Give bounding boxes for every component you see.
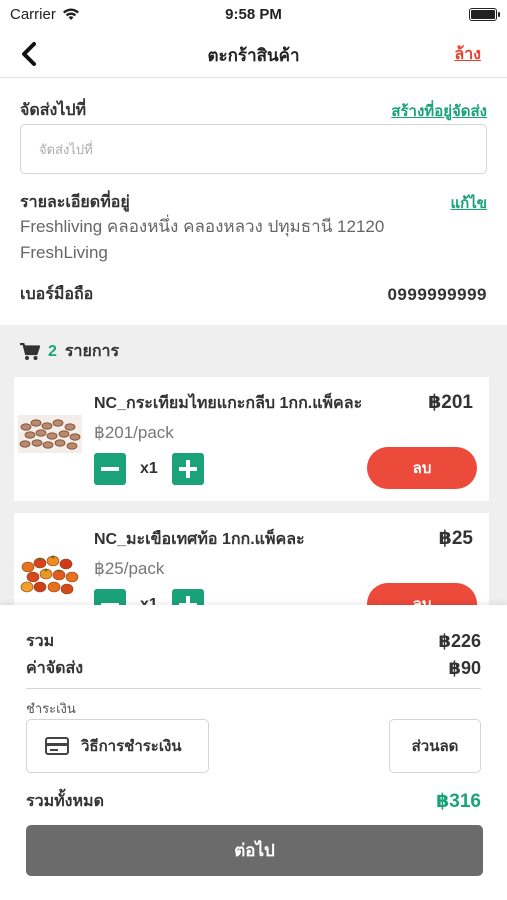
nav-bar: ตะกร้าสินค้า ล้าง bbox=[0, 30, 507, 78]
total-row: รวมทั้งหมด ฿316 bbox=[26, 789, 481, 814]
address-line-2: FreshLiving bbox=[20, 243, 108, 262]
shipping-fee-label: ค่าจัดส่ง bbox=[26, 660, 84, 677]
item-name: NC_มะเขือเทศท้อ 1กก.แพ็คละ bbox=[94, 531, 305, 548]
cart-item: NC_มะเขือเทศท้อ 1กก.แพ็คละ ฿25 ฿25/pack … bbox=[14, 513, 489, 605]
address-detail-label: รายละเอียดที่อยู่ bbox=[20, 194, 130, 211]
item-unit-price: ฿201/pack bbox=[94, 423, 174, 442]
clear-cart-button[interactable]: ล้าง bbox=[454, 42, 481, 67]
next-button[interactable]: ต่อไป bbox=[26, 825, 483, 876]
cart-icon bbox=[20, 342, 40, 360]
subtotal-row: รวม ฿226 bbox=[26, 629, 481, 654]
cart-count-header: 2 รายการ bbox=[20, 339, 119, 364]
item-price: ฿201 bbox=[428, 392, 473, 413]
address-detail-row: รายละเอียดที่อยู่ แก้ไข bbox=[20, 190, 487, 215]
create-address-link[interactable]: สร้างที่อยู่จัดส่ง bbox=[391, 99, 487, 123]
total-label: รวมทั้งหมด bbox=[26, 793, 104, 810]
address-line-1: Freshliving คลองหนึ่ง คลองหลวง ปทุมธานี … bbox=[20, 217, 385, 236]
quantity-value: x1 bbox=[140, 460, 158, 477]
phone-value: 0999999999 bbox=[387, 284, 487, 304]
battery-icon bbox=[469, 8, 500, 21]
delete-item-button[interactable]: ลบ bbox=[367, 583, 477, 605]
shipping-fee-row: ค่าจัดส่ง ฿90 bbox=[26, 656, 481, 681]
cart-items-area: 2 รายการ NC_กระเทียมไทยแกะกลีบ 1กก.แพ็คล… bbox=[0, 325, 507, 605]
quantity-stepper: x1 bbox=[94, 589, 204, 605]
summary-divider bbox=[26, 688, 481, 689]
phone-row: เบอร์มือถือ 0999999999 bbox=[20, 282, 487, 307]
payment-label: ชำระเงิน bbox=[26, 701, 76, 716]
payment-method-label: วิธีการชำระเงิน bbox=[81, 738, 182, 755]
shipping-section: จัดส่งไปที่ สร้างที่อยู่จัดส่ง จัดส่งไปท… bbox=[0, 80, 507, 325]
quantity-value: x1 bbox=[140, 596, 158, 605]
credit-card-icon bbox=[45, 737, 69, 755]
ship-to-row: จัดส่งไปที่ สร้างที่อยู่จัดส่ง bbox=[20, 98, 487, 123]
edit-address-link[interactable]: แก้ไข bbox=[450, 191, 487, 215]
decrease-quantity-button[interactable] bbox=[94, 453, 126, 485]
subtotal-value: ฿226 bbox=[438, 631, 481, 651]
garlic-product-image bbox=[18, 415, 82, 453]
phone-label: เบอร์มือถือ bbox=[20, 286, 94, 303]
page-title: ตะกร้าสินค้า bbox=[207, 46, 300, 65]
shipping-fee-value: ฿90 bbox=[448, 658, 481, 678]
item-price: ฿25 bbox=[438, 528, 473, 549]
cart-count-label: รายการ bbox=[64, 343, 120, 360]
cart-count: 2 bbox=[48, 342, 57, 360]
total-value: ฿316 bbox=[436, 791, 481, 812]
minus-icon bbox=[101, 467, 119, 471]
address-text: Freshliving คลองหนึ่ง คลองหลวง ปทุมธานี … bbox=[20, 214, 487, 266]
ship-to-label: จัดส่งไปที่ bbox=[20, 102, 87, 119]
decrease-quantity-button[interactable] bbox=[94, 589, 126, 605]
payment-method-button[interactable]: วิธีการชำระเงิน bbox=[26, 719, 209, 773]
status-bar: Carrier 9:58 PM bbox=[0, 0, 507, 30]
item-unit-price: ฿25/pack bbox=[94, 559, 165, 578]
subtotal-label: รวม bbox=[26, 633, 55, 650]
tomato-product-image bbox=[20, 555, 79, 595]
discount-button[interactable]: ส่วนลด bbox=[389, 719, 481, 773]
increase-quantity-button[interactable] bbox=[171, 589, 204, 605]
ship-to-input[interactable]: จัดส่งไปที่ bbox=[20, 124, 487, 174]
item-name: NC_กระเทียมไทยแกะกลีบ 1กก.แพ็คละ bbox=[94, 395, 363, 412]
status-time: 9:58 PM bbox=[225, 6, 282, 23]
cart-item: NC_กระเทียมไทยแกะกลีบ 1กก.แพ็คละ ฿201 ฿2… bbox=[14, 377, 489, 501]
increase-quantity-button[interactable] bbox=[171, 453, 204, 485]
quantity-stepper: x1 bbox=[94, 453, 204, 485]
order-summary-panel: รวม ฿226 ค่าจัดส่ง ฿90 ชำระเงิน วิธีการช… bbox=[0, 605, 507, 900]
delete-item-button[interactable]: ลบ bbox=[367, 447, 477, 489]
